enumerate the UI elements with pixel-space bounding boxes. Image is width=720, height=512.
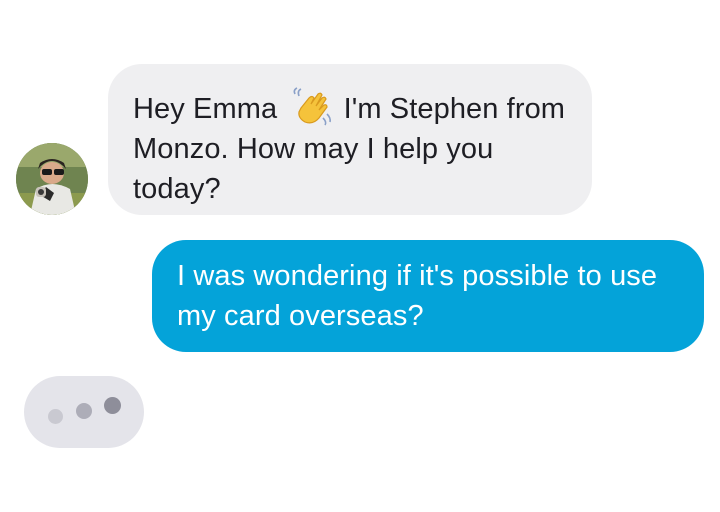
agent-message-text-start: Hey Emma: [133, 93, 278, 125]
avatar-photo-icon: [16, 143, 88, 215]
user-message-bubble: I was wondering if it's possible to use …: [152, 240, 704, 352]
chat-thread: Hey Emma I'm Stephen from Monzo. How may…: [0, 0, 720, 512]
typing-indicator: [24, 376, 144, 448]
typing-dot-icon: [48, 409, 63, 424]
agent-message-bubble: Hey Emma I'm Stephen from Monzo. How may…: [108, 64, 592, 215]
agent-avatar[interactable]: [16, 143, 88, 215]
typing-dot-icon: [104, 397, 121, 414]
waving-hand-icon: [293, 87, 332, 126]
user-message-text: I was wondering if it's possible to use …: [177, 260, 658, 332]
typing-dot-icon: [76, 403, 92, 419]
